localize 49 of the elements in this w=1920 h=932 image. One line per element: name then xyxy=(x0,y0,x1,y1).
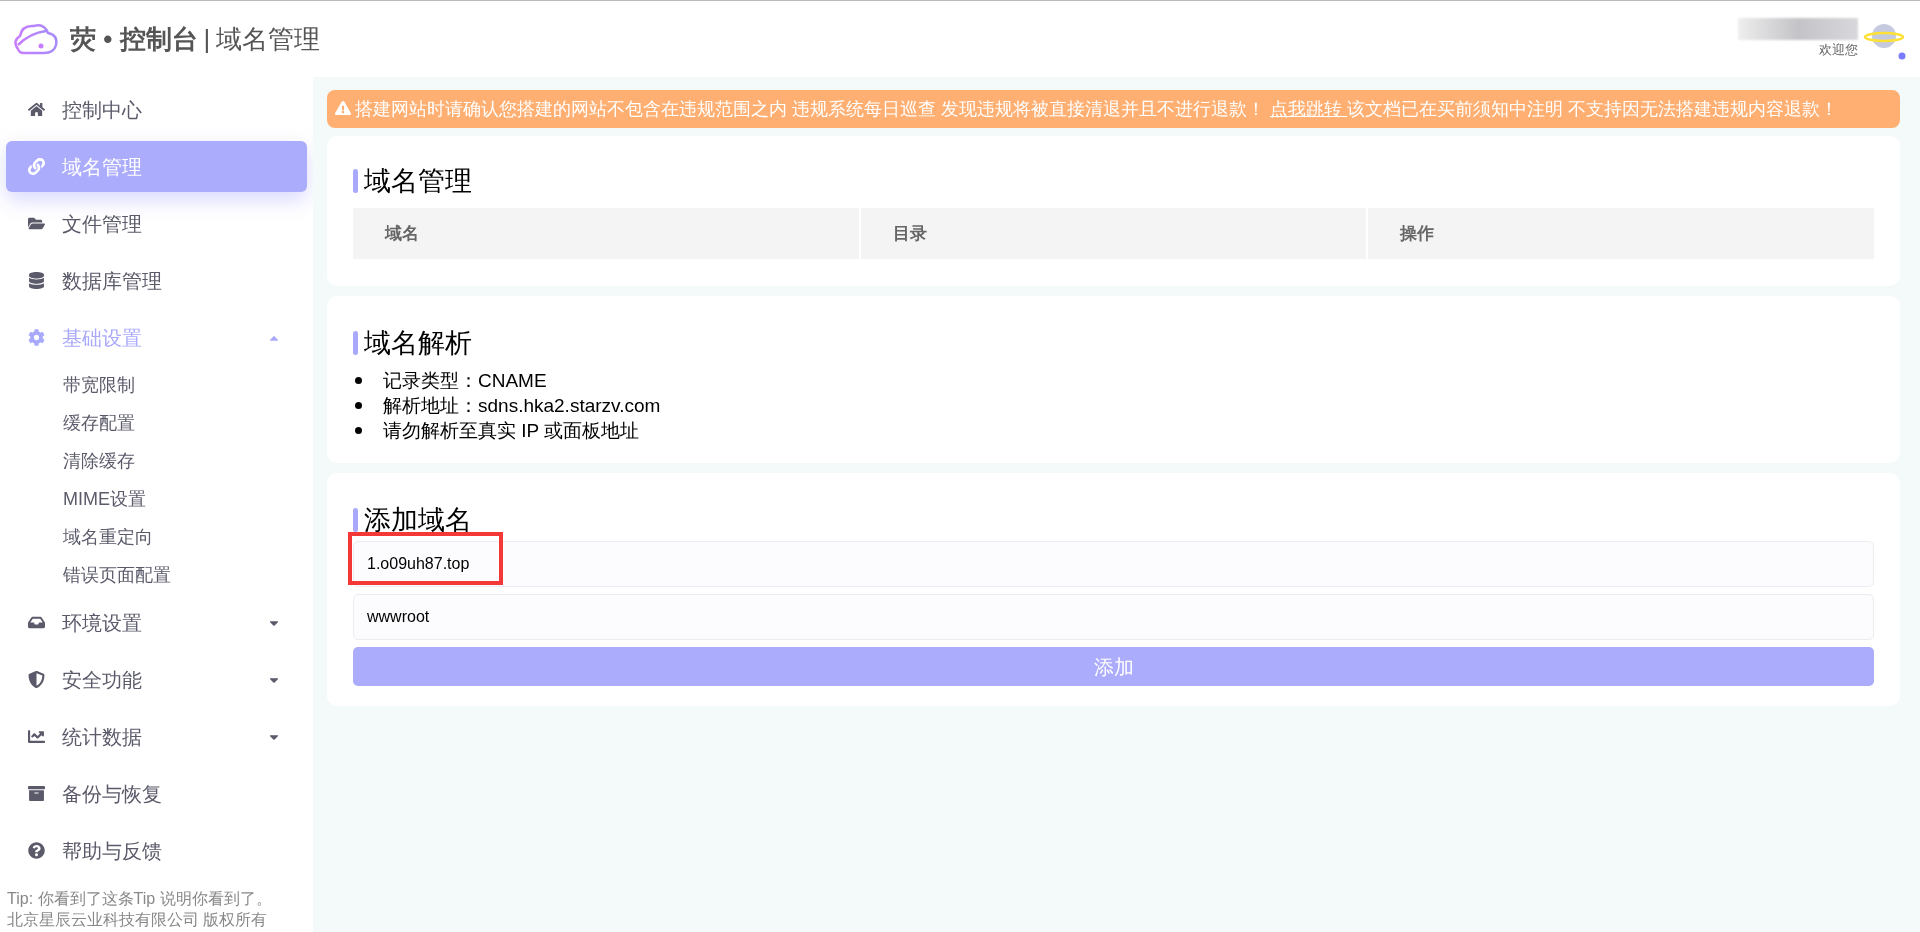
section-title: 域名管理 xyxy=(364,165,472,198)
nav-item[interactable]: 数据库管理 xyxy=(6,255,307,306)
nav-item[interactable]: 帮助与反馈 xyxy=(6,825,307,876)
title-separator: | xyxy=(203,22,211,56)
footer-text: 北京星辰云业科技有限公司 版权所有 xyxy=(7,910,269,930)
nav-subitem[interactable]: 清除缓存 xyxy=(63,442,307,480)
chart-icon xyxy=(28,728,45,745)
bullet-icon xyxy=(355,402,362,409)
brand-name: 荧 • 控制台 xyxy=(70,22,198,56)
section-title: 域名解析 xyxy=(364,327,472,360)
database-icon xyxy=(28,272,45,289)
bullet-icon xyxy=(355,427,362,434)
input-field[interactable]: 1.o09uh87.top xyxy=(353,541,1874,587)
archive-icon xyxy=(28,785,45,802)
settings-icon xyxy=(28,329,45,346)
heading-bar xyxy=(353,169,358,193)
column-header: 域名 xyxy=(353,208,859,259)
column-header: 目录 xyxy=(860,208,1367,259)
resolve-item: 记录类型：CNAME xyxy=(383,369,547,393)
nav-item[interactable]: 安全功能 xyxy=(6,654,307,705)
page-title: 域名管理 xyxy=(216,22,321,56)
inbox-icon xyxy=(28,614,45,631)
warning-text: 搭建网站时请确认您搭建的网站不包含在违规范围之内 违规系统每日巡查 发现违规将被直接清退并且不进行退款！ 点我跳转 该文档已在买前须知中注明 不支持因无法搭建违规内容退款！ xyxy=(335,95,1892,123)
column-header: 操作 xyxy=(1368,208,1874,259)
nav-item[interactable]: 文件管理 xyxy=(6,198,307,249)
nav-item[interactable]: 备份与恢复 xyxy=(6,768,307,819)
nav-item[interactable]: 控制中心 xyxy=(6,84,307,135)
nav-item[interactable]: 环境设置 xyxy=(6,597,307,648)
nav-subitem[interactable]: 错误页面配置 xyxy=(63,556,307,594)
heading-bar xyxy=(353,508,358,532)
shield-icon xyxy=(28,671,45,688)
nav-subitem[interactable]: 缓存配置 xyxy=(63,404,307,442)
welcome-text: 欢迎您 xyxy=(1819,41,1858,60)
help-icon xyxy=(28,842,45,859)
nav-item[interactable]: 统计数据 xyxy=(6,711,307,762)
folder-icon xyxy=(28,215,45,232)
warning-icon xyxy=(335,100,351,117)
bullet-icon xyxy=(355,377,362,384)
section-title: 添加域名 xyxy=(364,504,472,537)
heading-bar xyxy=(353,331,358,355)
nav-subitem[interactable]: MIME设置 xyxy=(63,480,307,518)
nav-subitem[interactable]: 带宽限制 xyxy=(63,366,307,404)
home-icon xyxy=(28,101,45,118)
resolve-item: 解析地址：sdns.hka2.starzv.com xyxy=(383,394,661,418)
input-field[interactable]: wwwroot xyxy=(353,594,1874,640)
footer-text: Tip: 你看到了这条Tip 说明你看到了。 xyxy=(7,889,273,909)
nav-subitem[interactable]: 域名重定向 xyxy=(63,518,307,556)
link-icon xyxy=(28,158,45,175)
resolve-item: 请勿解析至真实 IP 或面板地址 xyxy=(383,419,640,443)
